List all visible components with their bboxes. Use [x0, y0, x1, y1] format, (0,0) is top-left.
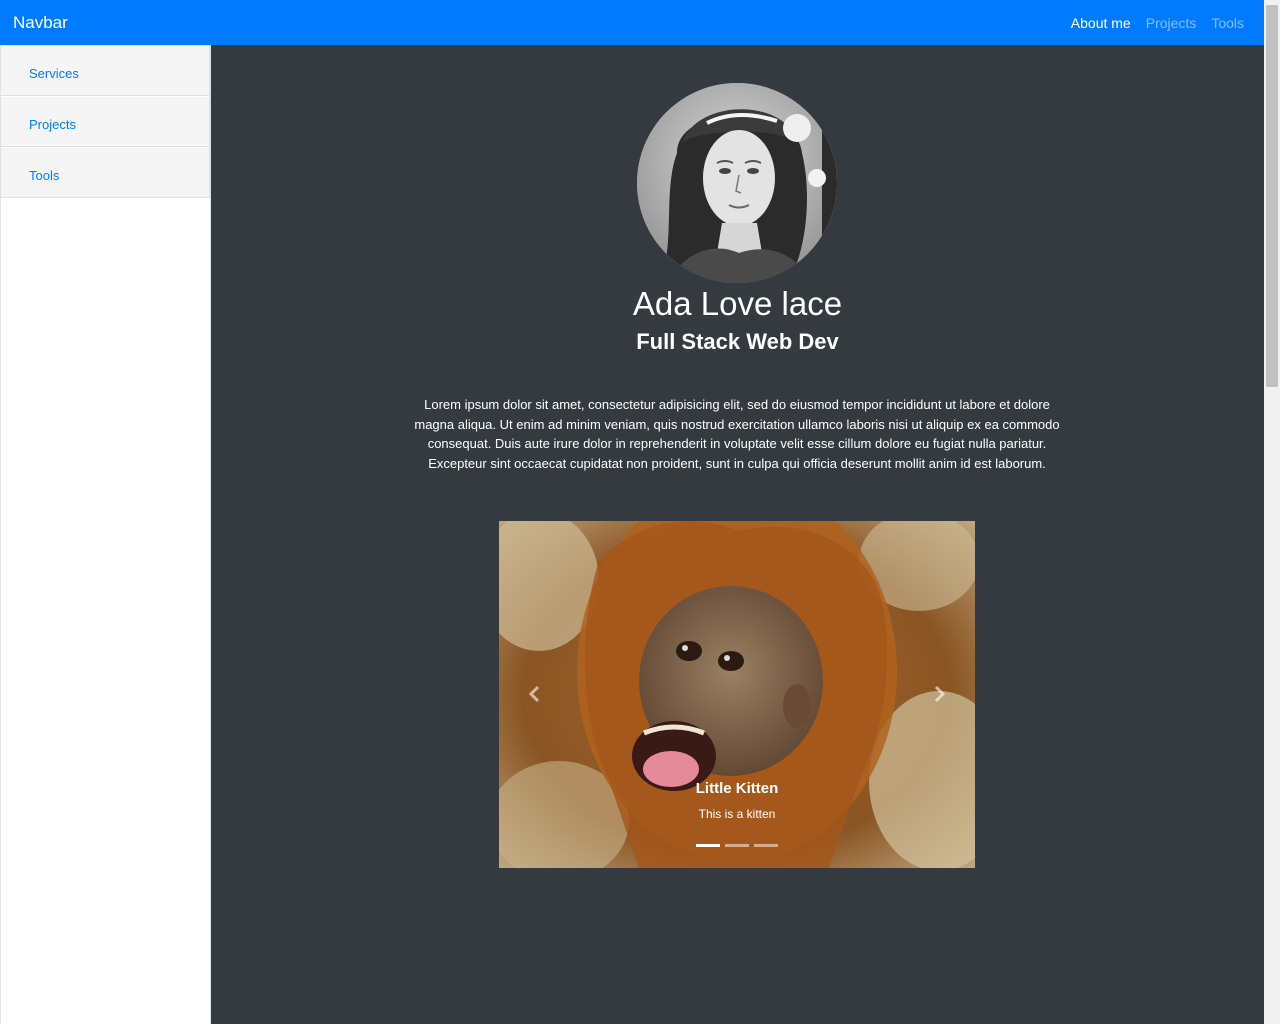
nav-link-projects[interactable]: Projects [1146, 15, 1197, 31]
carousel-next-button[interactable] [926, 681, 952, 707]
profile-bio: Lorem ipsum dolor sit amet, consectetur … [414, 397, 1060, 471]
portrait-image [637, 83, 837, 283]
sidebar-item-tools[interactable]: Tools [1, 147, 210, 198]
carousel-indicator[interactable] [725, 844, 749, 847]
main-content: Ada Love lace Full Stack Web Dev Lorem i… [211, 45, 1264, 1024]
sidebar-item-services[interactable]: Services [1, 45, 210, 96]
carousel-indicators [696, 844, 778, 847]
nav-link-about-me[interactable]: About me [1071, 15, 1131, 31]
sidebar-item-projects[interactable]: Projects [1, 96, 210, 147]
sidebar: Services Projects Tools [0, 45, 211, 1024]
image-carousel: Little Kitten This is a kitten [499, 521, 975, 868]
carousel-caption-title: Little Kitten [695, 780, 779, 797]
carousel-prev-button[interactable] [522, 681, 548, 707]
page-scrollbar[interactable] [1264, 0, 1280, 1024]
chevron-right-icon [934, 685, 946, 703]
chevron-left-icon [528, 685, 540, 703]
nav-link-tools[interactable]: Tools [1211, 15, 1244, 31]
navbar: Navbar About me Projects Tools [0, 0, 1264, 45]
scrollbar-thumb[interactable] [1266, 5, 1278, 387]
carousel-caption-text: This is a kitten [698, 807, 776, 821]
navbar-brand[interactable]: Navbar [13, 13, 68, 33]
carousel-indicator[interactable] [754, 844, 778, 847]
navbar-links: About me Projects Tools [1056, 15, 1244, 31]
profile-name: Ada Love lace [632, 285, 843, 322]
profile-avatar [637, 83, 837, 283]
profile-role: Full Stack Web Dev [636, 329, 839, 354]
carousel-indicator[interactable] [696, 844, 720, 847]
